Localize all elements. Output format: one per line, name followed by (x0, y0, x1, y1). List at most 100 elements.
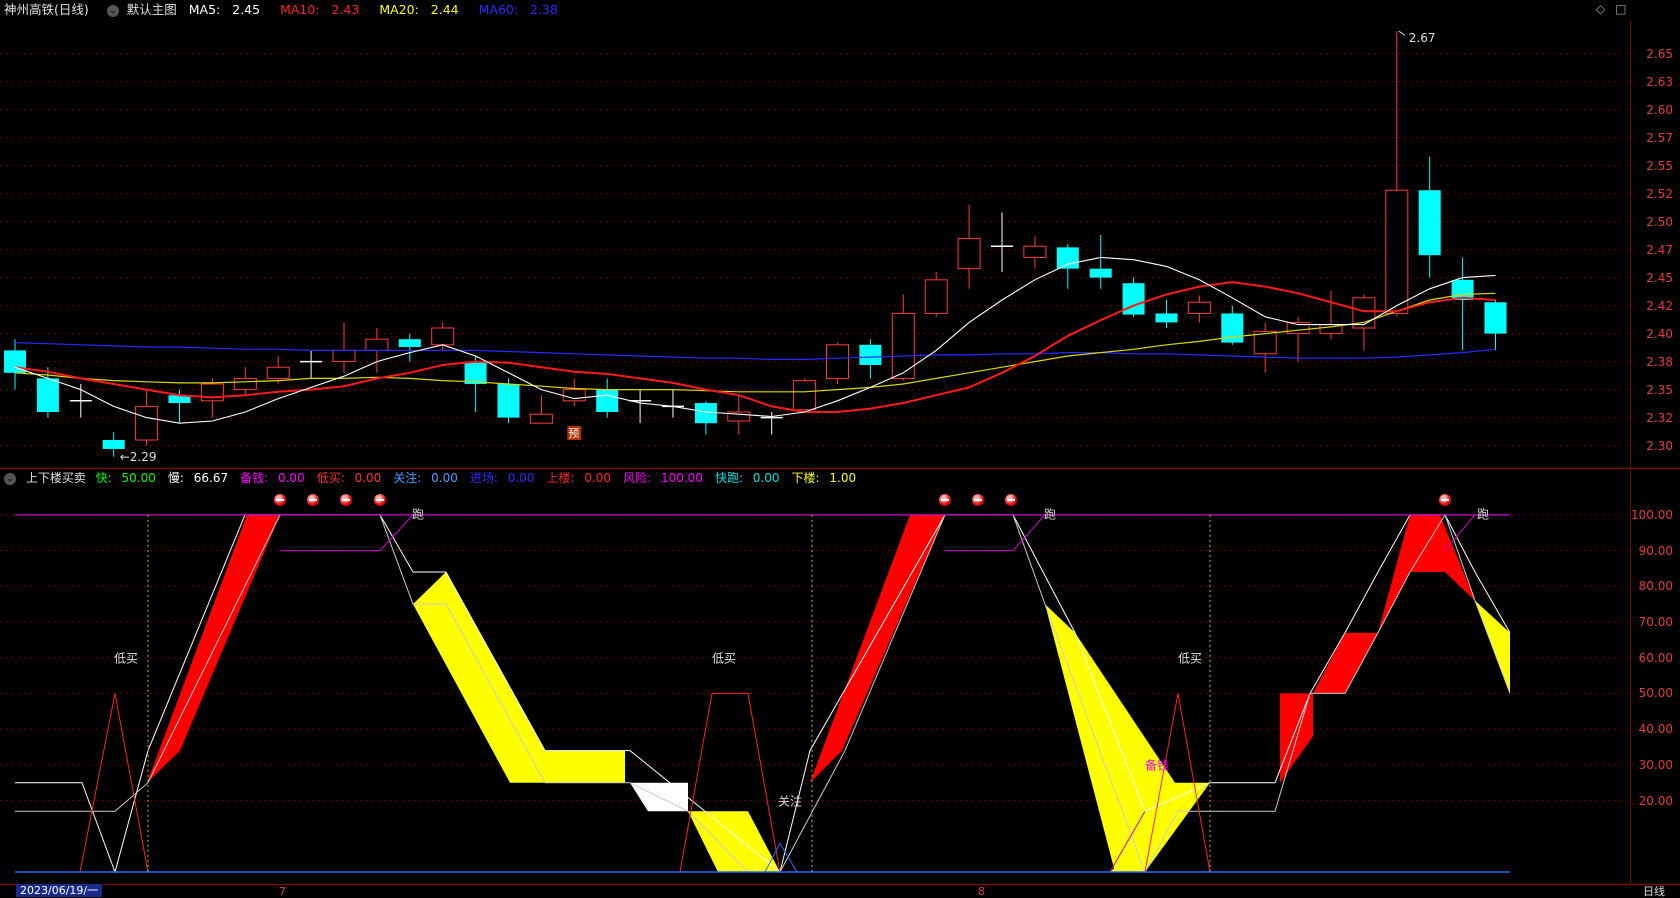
candle-body (793, 380, 817, 411)
indicator-param: 低买: 0.00 (316, 471, 382, 485)
chevron-down-icon[interactable]: ⌄ (106, 4, 119, 17)
fall-band (413, 572, 625, 783)
month-7-label: 7 (279, 885, 286, 898)
price-tick-label: 2.55 (1646, 158, 1673, 173)
price-tick-label: 2.52 (1646, 186, 1673, 201)
diamond-icon[interactable]: ◇ (1596, 2, 1605, 16)
indicator-axis: 100.00 90.00 80.00 70.00 60.00 50.00 40.00 30.0… (1630, 469, 1680, 884)
high-marker-arrow (1398, 30, 1406, 36)
candle-body (1484, 302, 1507, 334)
candle-body (859, 344, 882, 365)
square-icon[interactable]: □ (1615, 2, 1626, 16)
low-price-label: ←2.29 (120, 450, 157, 464)
risk-dot-icon (972, 494, 984, 506)
candle-body (431, 327, 455, 346)
indicator-tick-label: 100.00 (1631, 507, 1673, 522)
high-price-label: 2.67 (1409, 31, 1436, 45)
rise-band (810, 514, 945, 783)
price-tick-label: 2.57 (1646, 130, 1673, 145)
indicator-tick-label: 60.00 (1638, 650, 1673, 665)
indicator-params: 快: 50.00 慢: 66.67 备钱: 0.00 低买: 0.00 关注: 0.00… (96, 471, 868, 485)
candlestick-chart[interactable]: 2.67 ←2.29 预 (0, 20, 1630, 468)
indicator-param: 慢: 66.67 (167, 471, 229, 485)
indicator-param: 上楼: 0.00 (546, 471, 612, 485)
annotation-low_buy: 低买 (711, 651, 737, 666)
indicator-tick-label: 50.00 (1638, 686, 1673, 701)
risk-dot-icon (274, 494, 286, 506)
indicator-param: 进场: 0.00 (469, 471, 535, 485)
candle-body (1056, 247, 1079, 269)
price-tick-label: 2.30 (1646, 438, 1673, 453)
price-tick-label: 2.47 (1646, 242, 1673, 257)
period-label[interactable]: 日线 (1643, 885, 1665, 898)
price-tick-label: 2.63 (1646, 74, 1673, 89)
candle-body (694, 403, 717, 424)
chart-header: 神州高铁(日线) ⌄ 默认主图 MA5: 2.45 MA10: 2.43 MA20… (0, 0, 1630, 20)
indicator-tick-label: 70.00 (1638, 615, 1673, 629)
indicator-chart[interactable] (0, 487, 1630, 884)
risk-step (1444, 514, 1476, 551)
risk-dot-icon (374, 494, 386, 506)
indicator-tick-label: 90.00 (1638, 543, 1673, 558)
fall-band (688, 811, 780, 872)
price-axis: 2.65 2.63 2.60 2.57 2.55 2.52 2.50 2.47 2.45 2.42… (1630, 20, 1680, 468)
candle-body (497, 384, 520, 418)
risk-step (945, 514, 1046, 552)
preview-badge-label: 预 (568, 427, 579, 440)
price-tick-label: 2.50 (1646, 214, 1673, 229)
candle-body (596, 389, 619, 412)
candle-body (332, 349, 356, 363)
candle-body (1089, 268, 1112, 278)
candle-body (1187, 301, 1211, 314)
price-tick-label: 2.32 (1646, 410, 1673, 425)
candle-body (1155, 313, 1178, 323)
candle-body (464, 361, 487, 384)
candle-body (398, 339, 421, 348)
indicator-param: 关注: 0.00 (393, 471, 458, 485)
annotation-run: 跑 (1476, 507, 1490, 522)
candle-body (36, 378, 59, 412)
risk-dot-icon (1439, 494, 1451, 506)
stock-title[interactable]: 神州高铁(日线) (4, 2, 89, 17)
risk-step (280, 514, 414, 552)
indicator-tick-label: 20.00 (1638, 793, 1673, 808)
annotation-run: 跑 (1043, 507, 1057, 522)
annotation-watch: 关注 (777, 794, 803, 809)
ma10-readout: MA10: 2.43 (280, 2, 360, 17)
window-controls: ◇ □ (1596, 2, 1626, 16)
price-tick-label: 2.60 (1646, 102, 1673, 117)
candle-body (529, 413, 553, 424)
candle-body (1023, 245, 1047, 258)
risk-dot-icon (307, 494, 319, 506)
indicator-header: ⌄ 上下楼买卖 快: 50.00 慢: 66.67 备钱: 0.00 低买: 0.00… (0, 469, 874, 487)
candle-body (102, 440, 125, 449)
timeline-bar: 7 8 日线 (0, 884, 1680, 898)
risk-dot-icon (340, 494, 352, 506)
low-buy-spike (79, 693, 149, 873)
indicator-param: 风险: 100.00 (623, 471, 703, 485)
candle-body (957, 237, 981, 270)
candle-body (266, 366, 290, 379)
annotation-low_buy: 低买 (113, 651, 139, 666)
chevron-down-icon[interactable]: ⌄ (4, 472, 16, 485)
risk-dot-icon (939, 494, 951, 506)
annotation-prepare: 备钱 (1144, 758, 1170, 773)
month-8-label: 8 (978, 885, 985, 898)
indicator-tick-label: 40.00 (1638, 722, 1673, 737)
indicator-param: 下楼: 1.00 (791, 471, 857, 485)
price-tick-label: 2.65 (1646, 46, 1673, 61)
price-tick-label: 2.35 (1646, 382, 1673, 397)
indicator-param: 快: 50.00 (95, 471, 156, 485)
main-chart-label[interactable]: 默认主图 (127, 2, 177, 17)
candle-body (826, 344, 849, 379)
indicator-name[interactable]: 上下楼买卖 (26, 471, 86, 485)
indicator-tick-label: 30.00 (1638, 757, 1673, 772)
indicator-param: 备钱: 0.00 (240, 471, 305, 485)
annotation-low_buy: 低买 (1177, 651, 1203, 666)
candle-body (365, 338, 389, 351)
indicator-tick-label: 80.00 (1638, 579, 1673, 594)
candle-body (233, 377, 257, 391)
price-tick-label: 2.45 (1646, 270, 1673, 285)
price-tick-label: 2.40 (1646, 326, 1673, 341)
ma20-readout: MA20: 2.44 (379, 2, 459, 17)
